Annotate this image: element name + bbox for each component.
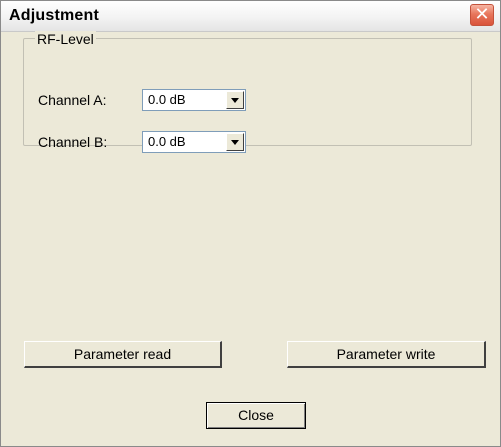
channel-b-select[interactable]: 0.0 dB: [142, 131, 246, 153]
close-button[interactable]: Close: [206, 402, 306, 429]
channel-b-value: 0.0 dB: [148, 134, 186, 149]
channel-b-label: Channel B:: [38, 134, 108, 150]
parameter-write-button[interactable]: Parameter write: [287, 341, 486, 368]
channel-a-label: Channel A:: [38, 92, 107, 108]
close-icon[interactable]: ✕: [470, 4, 494, 26]
adjustment-dialog: Adjustment ✕ RF-Level Channel A: 0.0 dB …: [0, 0, 501, 447]
parameter-read-button[interactable]: Parameter read: [24, 341, 222, 368]
channel-a-select[interactable]: 0.0 dB: [142, 89, 246, 111]
chevron-down-icon[interactable]: [226, 91, 244, 109]
channel-a-value: 0.0 dB: [148, 92, 186, 107]
rf-level-legend: RF-Level: [35, 31, 96, 47]
title-bar[interactable]: Adjustment ✕: [1, 1, 500, 32]
window-title: Adjustment: [9, 7, 99, 24]
chevron-down-icon[interactable]: [226, 133, 244, 151]
